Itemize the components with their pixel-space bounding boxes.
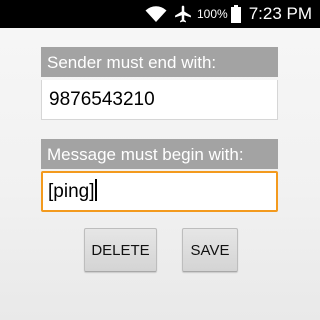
message-input-value: [ping] — [48, 181, 95, 202]
status-icons: 100% 7:23 PM — [145, 0, 312, 28]
message-label: Message must begin with: — [41, 139, 278, 169]
sender-input-value: 9876543210 — [49, 89, 155, 110]
wifi-icon — [145, 6, 167, 22]
text-cursor — [95, 179, 98, 202]
message-input[interactable]: [ping] — [41, 171, 278, 212]
sender-label: Sender must end with: — [41, 47, 278, 77]
clock: 7:23 PM — [248, 4, 312, 23]
save-button[interactable]: SAVE — [182, 228, 238, 272]
battery-icon — [230, 5, 241, 23]
airplane-mode-icon — [175, 5, 191, 23]
delete-button[interactable]: DELETE — [84, 228, 157, 272]
battery-percent: 100% — [196, 7, 228, 21]
status-bar: 100% 7:23 PM — [0, 0, 320, 28]
sender-input[interactable]: 9876543210 — [41, 80, 278, 120]
